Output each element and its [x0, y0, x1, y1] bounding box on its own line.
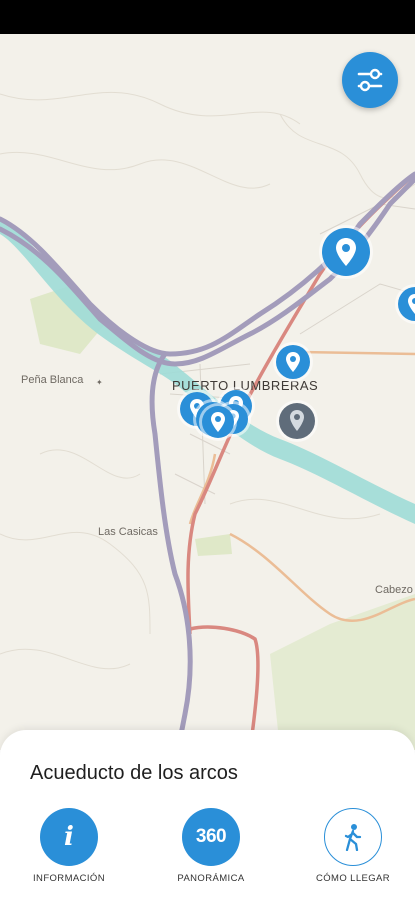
peak-marker-icon: ✦ [96, 378, 103, 387]
panoramic-button[interactable]: 360 PANORÁMICA [161, 808, 261, 884]
place-label-las-casicas: Las Casicas [98, 526, 158, 538]
place-detail-sheet: Acueducto de los arcos i INFORMACIÓN 360… [0, 730, 415, 900]
map-view[interactable]: Peña Blanca ✦ PUERTO LUMBRERAS Las Casic… [0, 34, 415, 750]
directions-button[interactable]: CÓMO LLEGAR [303, 808, 403, 884]
map-pin-icon[interactable] [398, 287, 415, 321]
map-pin-icon[interactable] [202, 406, 234, 438]
panoramic-label: PANORÁMICA [177, 873, 245, 884]
park-area [195, 534, 232, 556]
360-icon: 360 [182, 808, 240, 866]
park-area [270, 594, 415, 750]
filter-button[interactable] [342, 52, 398, 108]
place-label-cabezo: Cabezo [375, 584, 413, 596]
directions-label: CÓMO LLEGAR [315, 873, 391, 884]
status-bar [0, 0, 415, 34]
place-title: Acueducto de los arcos [30, 762, 238, 784]
sliders-icon [357, 68, 383, 92]
place-label-pena-blanca: Peña Blanca [21, 374, 84, 386]
info-icon: i [40, 808, 98, 866]
map-pin-icon[interactable] [322, 228, 370, 276]
map-pin-icon[interactable] [276, 345, 310, 379]
walking-person-icon [344, 824, 362, 851]
selected-map-pin-icon[interactable] [279, 403, 315, 439]
information-label: INFORMACIÓN [33, 873, 105, 884]
information-button[interactable]: i INFORMACIÓN [19, 808, 119, 884]
